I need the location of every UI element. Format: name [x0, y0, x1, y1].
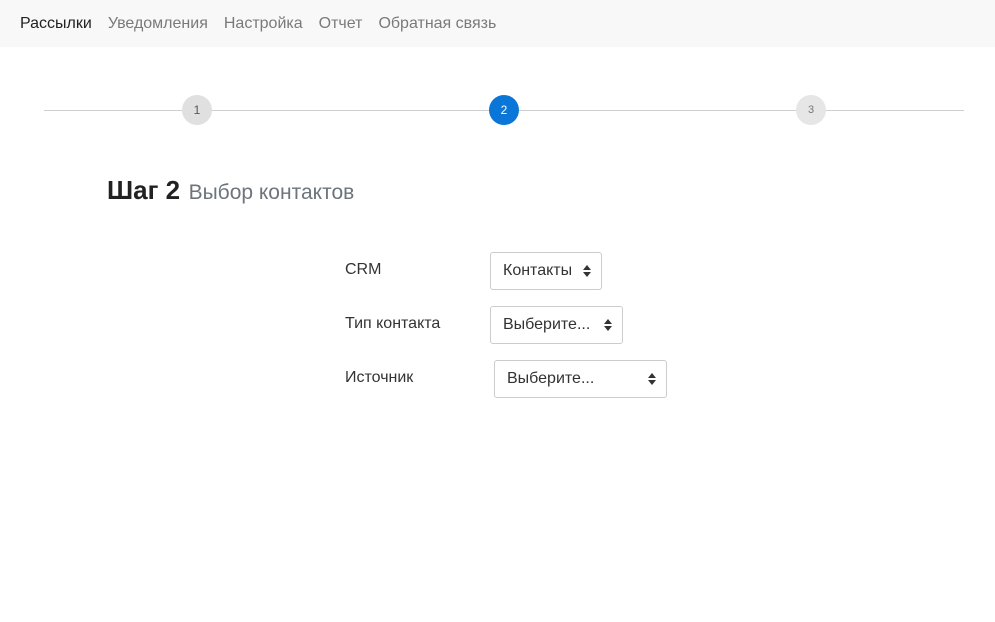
- updown-caret-icon: [583, 265, 591, 277]
- step-1-indicator[interactable]: 1: [182, 95, 212, 125]
- step-3-indicator[interactable]: 3: [796, 95, 826, 125]
- crm-select[interactable]: Контакты: [490, 252, 602, 290]
- source-select-value: Выберите...: [507, 370, 595, 387]
- crm-select-value: Контакты: [503, 262, 573, 279]
- updown-caret-icon: [604, 319, 612, 331]
- crm-label: CRM: [345, 261, 382, 278]
- updown-caret-icon: [648, 373, 656, 385]
- step-title: Шаг 2: [107, 175, 181, 205]
- source-label: Источник: [345, 369, 414, 386]
- nav-item-notifications[interactable]: Уведомления: [108, 15, 208, 33]
- source-select[interactable]: Выберите...: [494, 360, 667, 398]
- nav-item-report[interactable]: Отчет: [319, 15, 363, 33]
- nav-item-feedback[interactable]: Обратная связь: [378, 15, 496, 33]
- contact-type-select[interactable]: Выберите...: [490, 306, 623, 344]
- step-2-indicator[interactable]: 2: [489, 95, 519, 125]
- page-title: Шаг 2 Выбор контактов: [107, 175, 354, 206]
- contact-type-select-value: Выберите...: [503, 316, 591, 333]
- top-navbar: Рассылки Уведомления Настройка Отчет Обр…: [0, 0, 995, 47]
- step-subtitle: Выбор контактов: [188, 181, 355, 204]
- nav-item-mailings[interactable]: Рассылки: [20, 15, 92, 33]
- wizard-stepper: 1 2 3: [44, 95, 964, 125]
- nav-item-settings[interactable]: Настройка: [224, 15, 303, 33]
- contact-type-label: Тип контакта: [345, 315, 441, 332]
